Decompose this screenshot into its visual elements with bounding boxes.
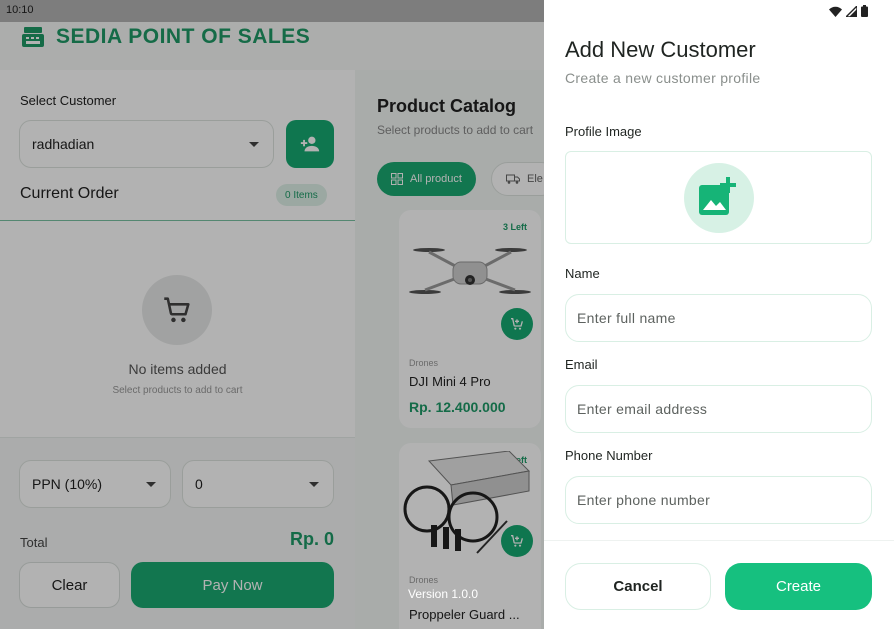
image-picker-circle <box>683 162 754 233</box>
profile-image-label: Profile Image <box>565 124 642 139</box>
add-image-icon <box>698 176 736 215</box>
name-field[interactable] <box>565 294 872 342</box>
wifi-icon <box>829 6 842 17</box>
version-label: Version 1.0.0 <box>408 587 479 601</box>
name-label: Name <box>565 266 600 281</box>
drawer-footer: Cancel Create <box>544 540 894 629</box>
drawer-status-area <box>544 0 894 22</box>
cancel-button[interactable]: Cancel <box>565 563 711 610</box>
add-customer-drawer: Add New Customer Create a new customer p… <box>544 0 894 629</box>
email-label: Email <box>565 357 598 372</box>
drawer-subtitle: Create a new customer profile <box>565 70 761 86</box>
signal-icon <box>846 5 857 17</box>
create-button[interactable]: Create <box>725 563 872 610</box>
status-icons <box>829 5 868 17</box>
phone-field[interactable] <box>565 476 872 524</box>
email-field[interactable] <box>565 385 872 433</box>
profile-image-picker[interactable] <box>565 151 872 244</box>
battery-icon <box>861 5 868 17</box>
drawer-title: Add New Customer <box>565 37 756 62</box>
modal-scrim[interactable] <box>0 0 544 629</box>
phone-label: Phone Number <box>565 448 653 463</box>
